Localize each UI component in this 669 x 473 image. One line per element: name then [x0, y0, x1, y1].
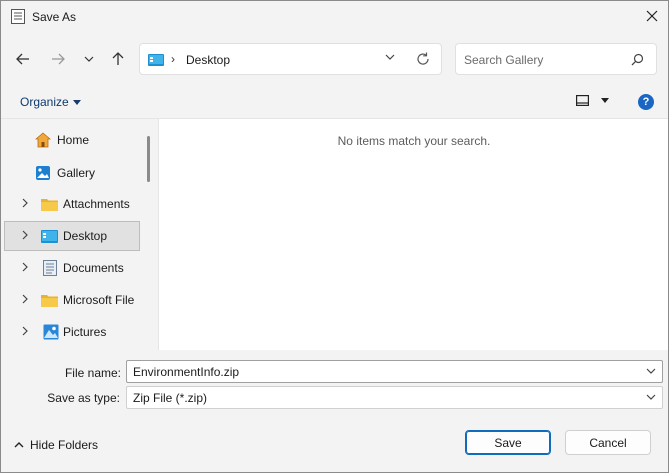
- pictures-icon: [43, 324, 59, 340]
- chevron-right-icon[interactable]: [22, 262, 28, 272]
- home-icon: [35, 132, 51, 148]
- breadcrumb-desktop[interactable]: Desktop: [186, 53, 230, 67]
- arrow-left-icon: [16, 53, 29, 65]
- close-icon: [646, 10, 658, 22]
- refresh-icon[interactable]: [416, 52, 430, 66]
- chevron-down-icon[interactable]: [646, 368, 656, 374]
- nav-label-home: Home: [57, 133, 90, 147]
- file-name-label: File name:: [64, 366, 121, 380]
- file-name-field[interactable]: EnvironmentInfo.zip: [126, 360, 663, 383]
- save-as-type-label: Save as type:: [47, 391, 120, 405]
- nav-label-attachments: Attachments: [63, 197, 130, 211]
- recent-locations-button[interactable]: [78, 48, 100, 70]
- search-placeholder: Search Gallery: [464, 53, 544, 67]
- save-as-type-value: Zip File (*.zip): [133, 391, 208, 405]
- folder-icon: [41, 199, 58, 211]
- navigation-pane: Home Gallery Attachments Desktop Documen…: [1, 118, 158, 350]
- arrow-up-icon: [112, 52, 124, 65]
- chevron-down-icon: [646, 394, 656, 400]
- nav-label-gallery: Gallery: [57, 166, 96, 180]
- search-input[interactable]: Search Gallery: [455, 43, 657, 75]
- window-title: Save As: [32, 10, 77, 24]
- caret-down-icon: [601, 98, 609, 103]
- nav-label-documents: Documents: [63, 261, 124, 275]
- chevron-right-icon[interactable]: [22, 230, 28, 240]
- command-bar: Organize ?: [1, 87, 668, 117]
- chevron-right-icon[interactable]: [22, 326, 28, 336]
- breadcrumb-separator: ›: [171, 52, 175, 66]
- nav-label-pictures: Pictures: [63, 325, 107, 339]
- desktop-icon: [148, 54, 164, 66]
- file-list-area[interactable]: No items match your search.: [158, 118, 668, 350]
- chevron-right-icon[interactable]: [22, 294, 28, 304]
- documents-icon: [43, 260, 57, 276]
- chevron-up-icon: [14, 442, 24, 448]
- view-pane-icon: [576, 95, 589, 106]
- desktop-icon: [41, 230, 58, 243]
- forward-button[interactable]: [47, 48, 69, 70]
- nav-label-desktop: Desktop: [63, 229, 108, 243]
- address-bar[interactable]: › Desktop: [139, 43, 442, 75]
- file-name-value: EnvironmentInfo.zip: [133, 365, 240, 379]
- nav-pane-scrollbar[interactable]: [147, 136, 150, 182]
- nav-item-desktop[interactable]: Desktop: [4, 221, 140, 251]
- nav-item-microsoft-file[interactable]: Microsoft File: [4, 285, 140, 315]
- help-button[interactable]: ?: [638, 94, 654, 110]
- save-button-label: Save: [494, 435, 522, 450]
- chevron-down-icon[interactable]: [385, 54, 395, 60]
- organize-button[interactable]: Organize: [20, 95, 81, 109]
- save-as-dialog: Save As › Desktop Search Gallery Organiz…: [0, 0, 669, 473]
- arrow-right-icon: [52, 53, 65, 65]
- chevron-right-icon[interactable]: [22, 198, 28, 208]
- nav-item-pictures[interactable]: Pictures: [4, 317, 140, 347]
- caret-down-icon: [72, 99, 81, 105]
- search-icon: [631, 53, 644, 66]
- change-view-button[interactable]: [576, 95, 609, 106]
- nav-item-documents[interactable]: Documents: [4, 253, 140, 283]
- help-label: ?: [642, 96, 650, 108]
- nav-item-attachments[interactable]: Attachments: [4, 189, 140, 219]
- save-as-type-select[interactable]: Zip File (*.zip): [126, 386, 663, 409]
- organize-label: Organize: [20, 95, 69, 109]
- close-button[interactable]: [636, 1, 668, 31]
- nav-label-microsoft-file: Microsoft File: [63, 293, 135, 307]
- save-as-icon: [11, 9, 25, 24]
- nav-item-home[interactable]: Home: [4, 125, 140, 155]
- hide-folders-label: Hide Folders: [30, 438, 99, 452]
- up-button[interactable]: [107, 48, 129, 70]
- empty-results-message: No items match your search.: [337, 134, 491, 148]
- title-bar: Save As: [1, 1, 668, 33]
- chevron-down-icon: [84, 56, 94, 62]
- cancel-button[interactable]: Cancel: [565, 430, 651, 455]
- back-button[interactable]: [12, 48, 34, 70]
- folder-icon: [41, 295, 58, 307]
- cancel-button-label: Cancel: [589, 435, 627, 450]
- gallery-icon: [36, 166, 50, 180]
- nav-item-gallery[interactable]: Gallery: [4, 158, 140, 188]
- hide-folders-button[interactable]: Hide Folders: [14, 438, 98, 452]
- save-button[interactable]: Save: [465, 430, 551, 455]
